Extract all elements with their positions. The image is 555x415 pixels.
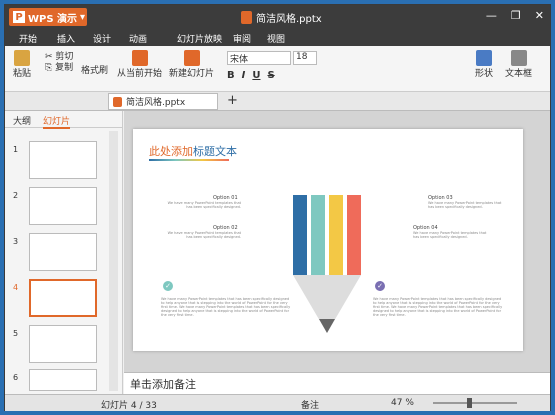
underline-button[interactable]: U	[252, 70, 260, 81]
app-window: P WPS 演示 ▾ 简洁风格.pptx — ❐ ✕ 开始 插入 设计 动画 幻…	[4, 4, 551, 411]
zoom-slider-thumb[interactable]	[467, 398, 472, 408]
ribbon: 粘贴 ✂ 剪切 ⎘ 复制 格式刷 从当前开始 新建幻灯片 宋体 18 B I U…	[5, 46, 550, 92]
document-tab[interactable]: 简洁风格.pptx	[108, 93, 218, 110]
option-text: We have many PowerPoint templates that h…	[167, 231, 241, 239]
scissors-icon: ✂	[45, 52, 53, 62]
slide-title[interactable]: 此处添加标题文本	[149, 143, 237, 159]
app-name: WPS 演示	[28, 13, 78, 25]
thumb-number: 5	[13, 329, 19, 338]
slide-editor: 此处添加标题文本 Option 01 We have many PowerPoi…	[124, 111, 550, 394]
slide-thumbnail[interactable]	[29, 325, 97, 363]
slide-thumbnail[interactable]	[29, 141, 97, 179]
tab-slides[interactable]: 幻灯片	[43, 114, 71, 129]
zoom-level: 47 %	[391, 398, 414, 408]
chevron-down-icon: ▾	[80, 11, 86, 23]
textbox-icon	[510, 50, 527, 66]
tab-outline[interactable]: 大纲	[13, 114, 31, 127]
font-size-value: 18	[296, 52, 308, 62]
title-part-b: 标题文本	[193, 145, 237, 158]
format-painter-button[interactable]: 格式刷	[81, 63, 108, 76]
notes-pane[interactable]: 单击添加备注	[124, 372, 550, 394]
close-icon[interactable]: ✕	[535, 9, 544, 22]
slide-thumbnail[interactable]	[29, 369, 97, 391]
menu-slideshow[interactable]: 幻灯片放映	[177, 32, 222, 45]
format-painter-label: 格式刷	[81, 66, 109, 76]
from-current-button[interactable]: 从当前开始	[117, 50, 162, 79]
paste-button[interactable]: 粘贴	[13, 50, 31, 79]
menu-view[interactable]: 视图	[267, 32, 285, 45]
pptx-file-icon	[241, 11, 252, 24]
title-bar: P WPS 演示 ▾ 简洁风格.pptx — ❐ ✕	[5, 5, 550, 29]
menu-insert[interactable]: 插入	[57, 32, 75, 45]
menu-design[interactable]: 设计	[93, 32, 111, 45]
window-controls: — ❐ ✕	[486, 9, 544, 22]
check-icon: ✓	[163, 281, 173, 291]
from-current-label: 从当前开始	[117, 69, 163, 79]
pencil-graphic	[293, 195, 361, 333]
menu-home[interactable]: 开始	[19, 32, 37, 45]
panel-scrollbar[interactable]	[109, 131, 118, 391]
slide-panel: 大纲 幻灯片 1 2 3 4 5 6	[5, 111, 123, 394]
play-icon	[131, 50, 148, 66]
thumb-number: 2	[13, 191, 19, 200]
slide-counter: 幻灯片 4 / 33	[101, 401, 157, 411]
paragraph-left: We have many PowerPoint templates that h…	[161, 297, 291, 317]
paste-label: 粘贴	[13, 69, 32, 79]
slide-thumbnail[interactable]	[29, 233, 97, 271]
option-text: We have many PowerPoint templates that h…	[428, 201, 502, 209]
new-tab-button[interactable]: +	[227, 93, 238, 108]
copy-icon: ⎘	[45, 63, 53, 73]
menu-animation[interactable]: 动画	[129, 32, 147, 45]
document-title: 简洁风格.pptx	[256, 14, 322, 25]
font-size-select[interactable]: 18	[293, 51, 317, 65]
pptx-file-icon	[113, 96, 122, 107]
panel-tabs: 大纲 幻灯片	[5, 111, 122, 129]
slide-canvas[interactable]: 此处添加标题文本 Option 01 We have many PowerPoi…	[133, 129, 523, 351]
restore-icon[interactable]: ❐	[511, 9, 521, 22]
thumb-number: 3	[13, 237, 19, 246]
option-text: We have many PowerPoint templates that h…	[167, 201, 241, 209]
font-name-select[interactable]: 宋体	[227, 51, 291, 65]
window-title: 简洁风格.pptx	[241, 10, 322, 25]
copy-label: 复制	[55, 63, 74, 73]
status-bar: 幻灯片 4 / 33 备注 47 %	[5, 394, 550, 411]
title-part-a: 此处添加	[149, 145, 193, 158]
new-slide-label: 新建幻灯片	[169, 69, 215, 79]
strikethrough-button[interactable]: S	[267, 70, 274, 81]
shape-label: 形状	[475, 69, 494, 79]
font-name-value: 宋体	[230, 55, 249, 65]
new-slide-button[interactable]: 新建幻灯片	[169, 50, 214, 79]
notes-placeholder: 单击添加备注	[130, 378, 196, 391]
document-tab-label: 简洁风格.pptx	[126, 98, 186, 108]
thumb-number: 4	[13, 283, 19, 292]
app-menu-button[interactable]: P WPS 演示 ▾	[9, 8, 87, 26]
wps-logo-icon: P	[13, 11, 25, 23]
shapes-icon	[476, 50, 492, 66]
new-slide-icon	[183, 50, 200, 66]
paragraph-right: We have many PowerPoint templates that h…	[373, 297, 503, 317]
textbox-button[interactable]: 文本框	[505, 50, 532, 79]
slide-thumbnail-selected[interactable]	[29, 279, 97, 317]
thumb-number: 1	[13, 145, 19, 154]
bold-button[interactable]: B	[227, 70, 235, 81]
thumb-number: 6	[13, 373, 19, 382]
zoom-slider[interactable]	[433, 402, 517, 404]
menu-bar: 开始 插入 设计 动画 幻灯片放映 审阅 视图	[5, 29, 550, 46]
slide-thumbnail[interactable]	[29, 187, 97, 225]
shape-button[interactable]: 形状	[475, 50, 493, 79]
check-icon: ✓	[375, 281, 385, 291]
notes-toggle[interactable]: 备注	[301, 398, 319, 411]
textbox-label: 文本框	[505, 69, 533, 79]
menu-review[interactable]: 审阅	[233, 32, 251, 45]
minimize-icon[interactable]: —	[486, 9, 497, 22]
clipboard-icon	[14, 50, 30, 66]
title-underline	[149, 159, 229, 161]
cut-button[interactable]: ✂ 剪切	[45, 52, 73, 63]
italic-button[interactable]: I	[242, 70, 246, 81]
cut-label: 剪切	[55, 52, 74, 62]
option-text: We have many PowerPoint templates that h…	[413, 231, 487, 239]
document-tab-bar: 简洁风格.pptx +	[5, 92, 550, 111]
copy-button[interactable]: ⎘ 复制	[45, 63, 73, 74]
